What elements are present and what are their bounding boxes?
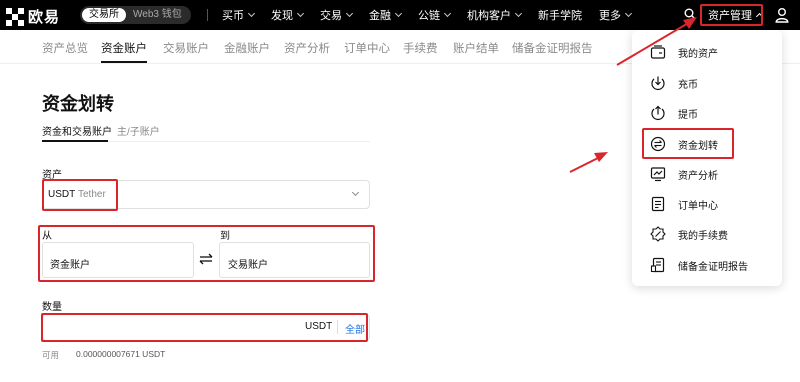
mode-switch[interactable]: 交易所 Web3 钱包 (80, 6, 191, 24)
chevron-down-icon (624, 9, 633, 18)
analysis-icon (650, 167, 666, 182)
menu-item-my-fees[interactable]: 我的手续费 (650, 226, 728, 242)
exchange-mode-button[interactable]: 交易所 (82, 8, 126, 22)
nav-item-label: 交易 (320, 10, 342, 22)
nav-item-label: 更多 (599, 10, 621, 22)
subnav-item-overview[interactable]: 资产总览 (42, 40, 88, 56)
nav-item-learn[interactable]: 新手学院 (538, 7, 582, 23)
highlight-asset-select (42, 179, 118, 211)
quantity-label: 数量 (42, 302, 62, 313)
menu-item-my-assets[interactable]: 我的资产 (650, 44, 718, 60)
subnav-item-proof-of-reserves[interactable]: 储备金证明报告 (512, 40, 593, 56)
menu-item-label: 充币 (678, 79, 698, 91)
nav-item-label: 买币 (222, 10, 244, 22)
chevron-down-icon (296, 9, 305, 18)
menu-item-withdraw[interactable]: 提币 (650, 105, 698, 121)
arrowhead-icon (594, 152, 608, 162)
nav-item-label: 金融 (369, 10, 391, 22)
tab-active-indicator (42, 140, 108, 142)
nav-divider (207, 9, 208, 21)
available-label: 可用 (42, 350, 60, 360)
menu-item-proof-of-reserves[interactable]: 储备金证明报告 (650, 257, 748, 273)
chevron-down-icon (443, 9, 452, 18)
to-account-value: 交易账户 (228, 260, 268, 271)
report-icon (650, 257, 665, 273)
deposit-icon (651, 76, 665, 90)
subnav-item-trading-account[interactable]: 交易账户 (163, 40, 209, 56)
subnav-item-finance-account[interactable]: 金融账户 (224, 40, 270, 56)
arrow-to-transfer (569, 156, 601, 173)
tab-funding-and-trading[interactable]: 资金和交易账户 (42, 123, 112, 138)
to-label: 到 (220, 231, 230, 242)
subnav-item-fees[interactable]: 手续费 (403, 40, 438, 56)
highlight-transfer-menu-item (642, 128, 734, 159)
subnav-active-indicator (101, 61, 147, 63)
user-icon[interactable] (775, 7, 789, 23)
subnav-item-funding-account[interactable]: 资金账户 (101, 40, 147, 56)
page-title: 资金划转 (42, 94, 114, 114)
nav-item-more[interactable]: 更多 (599, 7, 633, 23)
chevron-down-icon (345, 9, 354, 18)
okx-logo[interactable]: 欧易 (6, 6, 60, 27)
nav-item-finance[interactable]: 金融 (369, 7, 403, 23)
chevron-down-icon (394, 9, 403, 18)
menu-item-label: 资产分析 (678, 170, 718, 182)
subnav-item-asset-analysis[interactable]: 资产分析 (284, 40, 330, 56)
fee-icon (650, 226, 666, 242)
top-navbar: 欧易 交易所 Web3 钱包 买币 发现 交易 金融 公链 机构客户 新手学院 … (0, 0, 800, 30)
menu-item-label: 订单中心 (678, 200, 718, 212)
main-nav: 买币 发现 交易 金融 公链 机构客户 新手学院 更多 (207, 0, 648, 30)
subnav-item-order-center[interactable]: 订单中心 (344, 40, 390, 56)
menu-item-label: 我的资产 (678, 48, 718, 60)
nav-item-buy-crypto[interactable]: 买币 (222, 7, 256, 23)
logo-mark-icon (6, 7, 24, 26)
nav-item-institutional[interactable]: 机构客户 (467, 7, 523, 23)
menu-item-order-center[interactable]: 订单中心 (650, 196, 718, 212)
menu-item-label: 我的手续费 (678, 230, 728, 242)
menu-item-label: 储备金证明报告 (678, 261, 748, 273)
nav-item-label: 发现 (271, 10, 293, 22)
menu-item-asset-analysis[interactable]: 资产分析 (650, 166, 718, 182)
web3-wallet-button[interactable]: Web3 钱包 (126, 8, 189, 22)
from-label: 从 (42, 231, 52, 242)
from-account-value: 资金账户 (50, 260, 90, 271)
nav-item-label: 公链 (418, 10, 440, 22)
withdraw-icon (651, 105, 665, 120)
highlight-quantity (41, 313, 368, 342)
subnav-item-statements[interactable]: 账户结单 (453, 40, 499, 56)
chevron-down-icon (247, 9, 256, 18)
highlight-asset-management (700, 4, 763, 26)
order-icon (651, 196, 665, 212)
available-value: 0.000000007671 USDT (76, 349, 166, 359)
brand-name: 欧易 (28, 9, 61, 26)
nav-item-label: 新手学院 (538, 10, 582, 22)
chevron-down-icon (514, 9, 523, 18)
tab-main-sub-accounts[interactable]: 主/子账户 (117, 123, 160, 138)
wallet-icon (650, 45, 666, 59)
menu-item-deposit[interactable]: 充币 (650, 75, 698, 91)
nav-item-label: 机构客户 (467, 10, 511, 22)
nav-item-trade[interactable]: 交易 (320, 7, 354, 23)
menu-item-label: 提币 (678, 109, 698, 121)
nav-item-discover[interactable]: 发现 (271, 7, 305, 23)
nav-item-public-chain[interactable]: 公链 (418, 7, 452, 23)
swap-icon[interactable] (199, 253, 213, 265)
search-icon[interactable] (684, 8, 696, 20)
